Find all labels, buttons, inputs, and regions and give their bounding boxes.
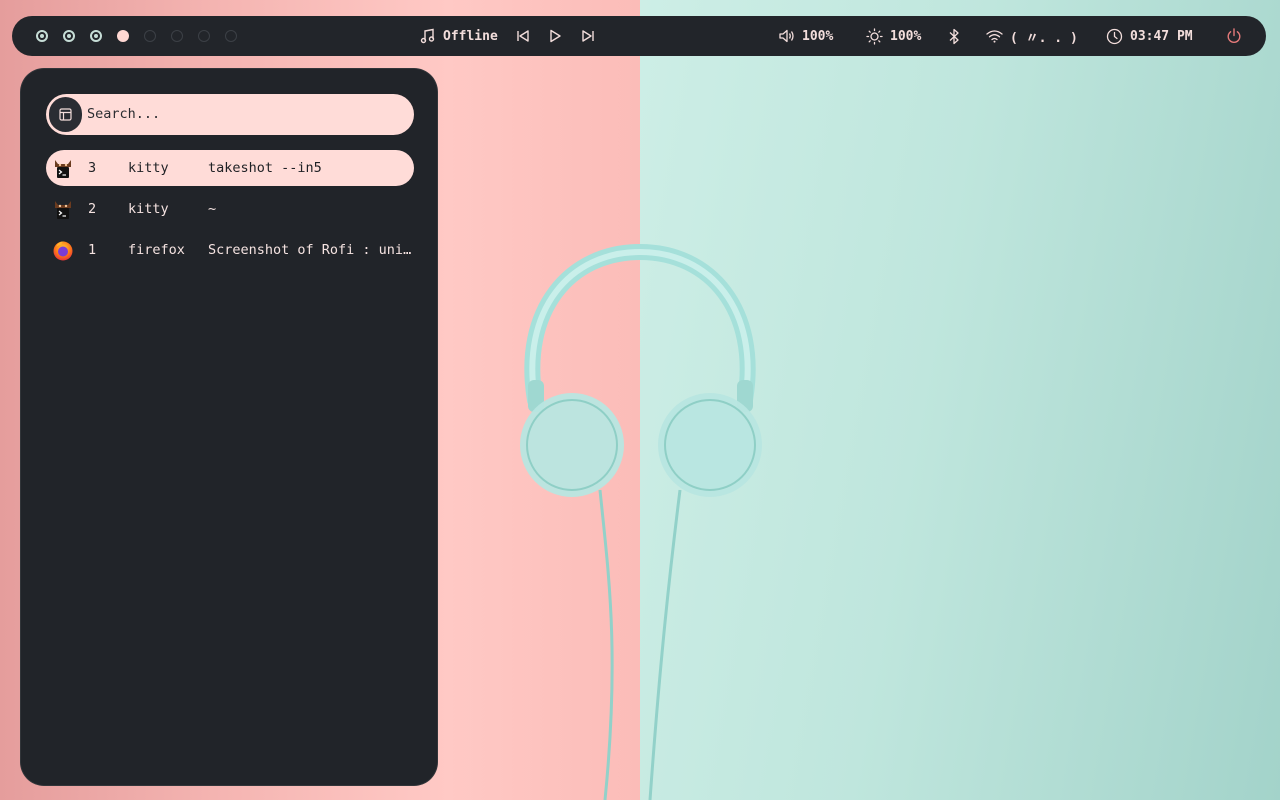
wifi-icon	[986, 30, 1003, 43]
music-note-icon	[420, 28, 435, 44]
window-title: takeshot --in5	[208, 160, 322, 176]
network-status: ( 〃. . )	[1010, 30, 1078, 46]
kitty-icon	[55, 160, 71, 178]
bluetooth-icon	[949, 28, 959, 44]
previous-track-button[interactable]	[516, 16, 530, 56]
workspace-6-indicator[interactable]	[171, 30, 183, 42]
window-class: firefox	[128, 242, 185, 258]
window-number: 2	[88, 201, 97, 217]
speaker-icon	[779, 29, 794, 43]
window-icon	[59, 108, 72, 121]
window-number: 3	[88, 160, 97, 176]
next-track-button[interactable]	[581, 16, 595, 56]
power-button[interactable]	[1226, 16, 1242, 56]
sun-icon	[866, 27, 883, 45]
window-title: ~	[208, 201, 217, 217]
power-icon	[1227, 28, 1241, 43]
workspace-4-indicator[interactable]	[117, 30, 129, 42]
mode-button[interactable]	[49, 97, 82, 132]
brightness-value: 100%	[890, 28, 922, 44]
clock-widget[interactable]: 03:47 PM	[1106, 16, 1193, 56]
window-class: kitty	[128, 201, 169, 217]
workspace-1-indicator[interactable]	[36, 30, 48, 42]
status-bar: Offline 100% 100% (〃. .) 03:47 PM	[12, 16, 1266, 56]
brightness-widget[interactable]: 100%	[866, 16, 921, 56]
volume-widget[interactable]: 100%	[778, 16, 833, 56]
clock-time: 03:47 PM	[1130, 28, 1193, 44]
music-status: Offline	[443, 28, 498, 44]
play-icon	[550, 29, 561, 43]
window-title: Screenshot of Rofi : unixporn	[208, 242, 412, 258]
window-list-item[interactable]: 1 firefox Screenshot of Rofi : unixporn	[46, 232, 414, 268]
workspace-3-indicator[interactable]	[90, 30, 102, 42]
workspace-5-indicator[interactable]	[144, 30, 156, 42]
search-bar[interactable]: Search...	[46, 94, 414, 135]
workspace-7-indicator[interactable]	[198, 30, 210, 42]
kitty-icon	[55, 201, 71, 219]
skip-back-icon	[517, 30, 529, 42]
headphones-wallpaper-image	[520, 243, 762, 800]
window-class: kitty	[128, 160, 169, 176]
music-widget[interactable]: Offline	[420, 16, 498, 56]
workspace-8-indicator[interactable]	[225, 30, 237, 42]
window-list-item[interactable]: 3 kitty takeshot --in5	[46, 150, 414, 186]
window-switcher-launcher: Search... 3 kitty takeshot --in5 2 kitty…	[20, 68, 438, 786]
search-input[interactable]: Search...	[87, 106, 160, 122]
firefox-icon	[53, 241, 73, 261]
window-list-item[interactable]: 2 kitty ~	[46, 191, 414, 227]
skip-forward-icon	[582, 30, 594, 42]
clock-icon	[1106, 28, 1123, 44]
workspace-2-indicator[interactable]	[63, 30, 75, 42]
network-widget[interactable]: ( 〃. . )	[986, 16, 1078, 56]
play-button[interactable]	[548, 16, 562, 56]
window-number: 1	[88, 242, 97, 258]
volume-value: 100%	[802, 28, 834, 44]
bluetooth-button[interactable]	[948, 16, 960, 56]
